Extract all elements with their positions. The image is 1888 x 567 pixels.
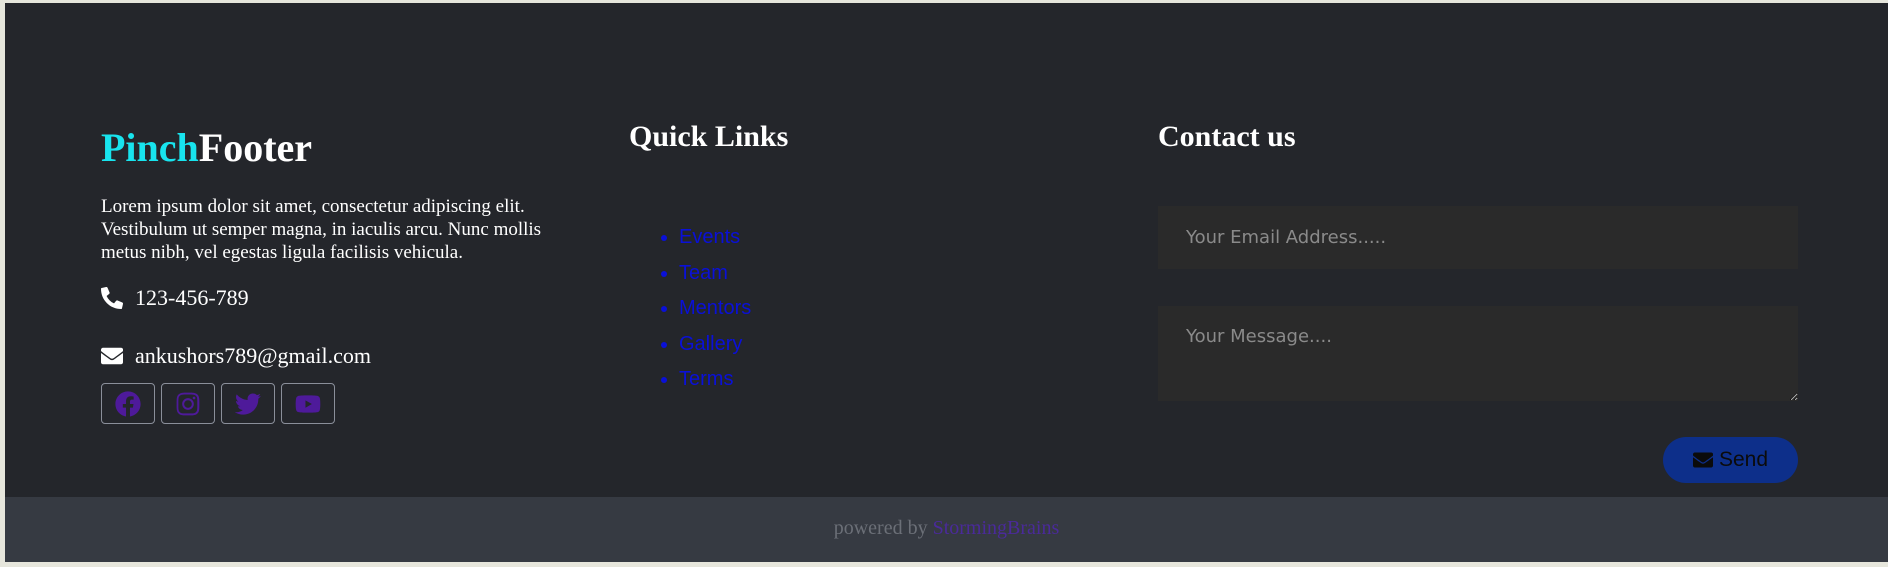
footer: PinchFooter Lorem ipsum dolor sit amet, … bbox=[5, 3, 1888, 497]
phone-number: 123-456-789 bbox=[135, 285, 249, 310]
bottom-bar: powered by StormingBrains bbox=[5, 497, 1888, 562]
list-item: Team bbox=[629, 256, 751, 292]
social-links bbox=[101, 383, 335, 424]
quick-links-heading: Quick Links bbox=[629, 120, 789, 153]
facebook-icon bbox=[115, 390, 141, 416]
contact-column: Contact us Send bbox=[1158, 118, 1798, 483]
link-gallery[interactable]: Gallery bbox=[679, 333, 742, 355]
youtube-icon bbox=[295, 394, 321, 413]
about-column: PinchFooter Lorem ipsum dolor sit amet, … bbox=[101, 123, 581, 424]
list-item: Gallery bbox=[629, 327, 751, 363]
envelope-icon bbox=[1692, 452, 1713, 468]
about-text: Lorem ipsum dolor sit amet, consectetur … bbox=[101, 196, 542, 263]
link-team[interactable]: Team bbox=[679, 262, 728, 284]
link-terms[interactable]: Terms bbox=[679, 368, 733, 390]
phone-contact: 123-456-789 bbox=[101, 285, 249, 311]
message-field[interactable] bbox=[1158, 306, 1798, 401]
quick-links-list: Events Team Mentors Gallery Terms bbox=[629, 220, 751, 398]
phone-icon bbox=[101, 287, 123, 309]
brand-logo-rest: Footer bbox=[198, 125, 313, 170]
quick-links-column: Quick Links Events Team Mentors Gallery … bbox=[629, 118, 1049, 390]
email-contact: ankushors789@gmail.com bbox=[101, 343, 371, 369]
list-item: Events bbox=[629, 220, 751, 256]
send-label: Send bbox=[1718, 448, 1769, 471]
brand-logo: PinchFooter bbox=[101, 123, 581, 173]
instagram-button[interactable] bbox=[161, 383, 215, 424]
link-mentors[interactable]: Mentors bbox=[679, 297, 751, 319]
powered-by-text: powered by bbox=[833, 517, 928, 539]
list-item: Mentors bbox=[629, 291, 751, 327]
powered-by-link[interactable]: StormingBrains bbox=[933, 517, 1060, 539]
envelope-icon bbox=[101, 347, 123, 365]
youtube-button[interactable] bbox=[281, 383, 335, 424]
send-button[interactable]: Send bbox=[1663, 437, 1798, 483]
email-address: ankushors789@gmail.com bbox=[135, 343, 371, 368]
instagram-icon bbox=[176, 392, 200, 415]
twitter-icon bbox=[235, 392, 261, 415]
email-field[interactable] bbox=[1158, 206, 1798, 269]
twitter-button[interactable] bbox=[221, 383, 275, 424]
list-item: Terms bbox=[629, 362, 751, 398]
link-events[interactable]: Events bbox=[679, 226, 740, 248]
contact-heading: Contact us bbox=[1158, 120, 1296, 153]
facebook-button[interactable] bbox=[101, 383, 155, 424]
brand-logo-accent: Pinch bbox=[101, 125, 199, 170]
